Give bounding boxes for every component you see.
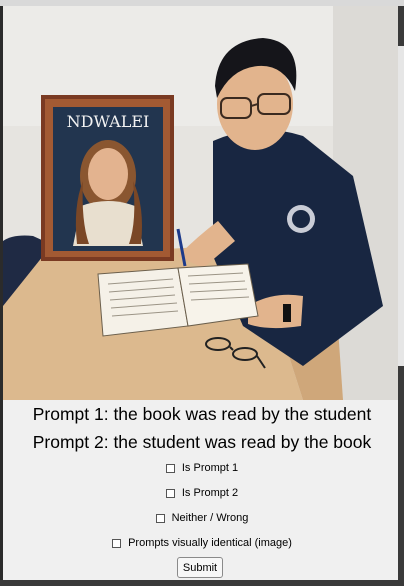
submit-button[interactable]: Submit [177, 557, 223, 578]
option-label: Prompts visually identical (image) [128, 537, 292, 549]
window-bottom-bar [0, 580, 404, 586]
checkbox-icon[interactable] [155, 513, 165, 523]
option-label: Is Prompt 1 [181, 462, 239, 474]
checkbox-icon[interactable] [112, 538, 122, 548]
book-cover-title: NDWALEI [67, 112, 150, 131]
option-label: Is Prompt 2 [181, 487, 239, 499]
prompt-2-text: Prompt 2: the student was read by the bo… [32, 432, 372, 452]
option-is-prompt-1[interactable]: Is Prompt 1 [0, 462, 404, 474]
option-prompts-identical[interactable]: Prompts visually identical (image) [0, 537, 404, 549]
checkbox-icon[interactable] [165, 463, 175, 473]
option-neither-wrong[interactable]: Neither / Wrong [0, 512, 404, 524]
prompt-1-text: Prompt 1: the book was read by the stude… [32, 404, 372, 424]
window-right-edge-light [398, 46, 404, 366]
option-is-prompt-2[interactable]: Is Prompt 2 [0, 487, 404, 499]
option-label: Neither / Wrong [171, 512, 249, 524]
student-book-photo: NDWALEI [3, 6, 398, 400]
evaluation-image: NDWALEI [3, 6, 398, 400]
page: NDWALEI Prompt 1: the book was read by t… [0, 0, 404, 586]
checkbox-icon[interactable] [165, 488, 175, 498]
